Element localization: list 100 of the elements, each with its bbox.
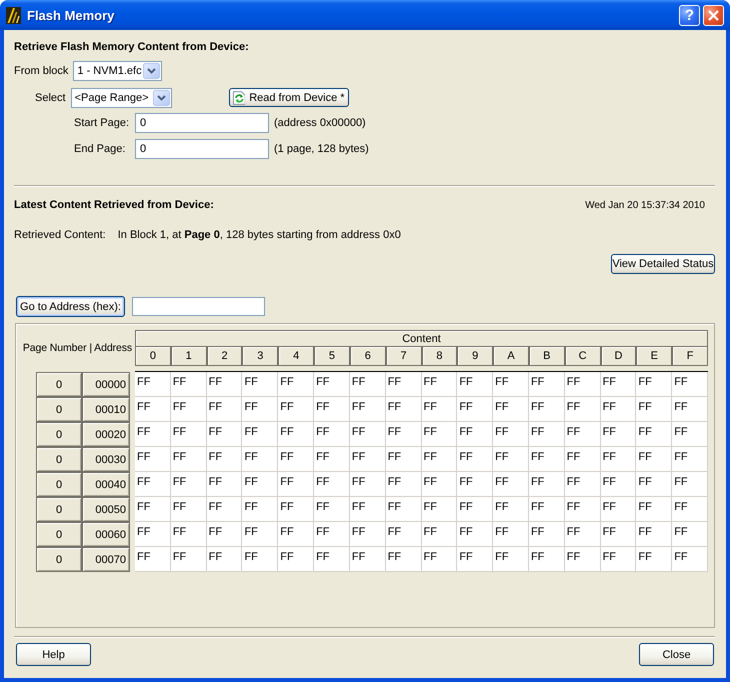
- table-cell: FF: [314, 522, 350, 547]
- column-header: 7: [386, 347, 422, 366]
- table-cell: FF: [242, 397, 278, 422]
- column-header: 9: [457, 347, 494, 366]
- table-cell: FF: [636, 522, 672, 547]
- column-header: 3: [242, 347, 278, 366]
- title-close-button[interactable]: [703, 4, 724, 26]
- page-number-header: 0: [36, 372, 82, 397]
- column-header: B: [528, 347, 565, 366]
- table-cell: FF: [422, 472, 458, 497]
- page-number-header: 0: [36, 472, 82, 497]
- read-button[interactable]: Read from Device *: [228, 88, 349, 107]
- table-cell: FF: [135, 497, 171, 522]
- table-cell: FF: [278, 547, 314, 572]
- table-cell: FF: [636, 497, 672, 522]
- table-cell: FF: [600, 497, 636, 522]
- go-to-address-button[interactable]: Go to Address (hex):: [16, 296, 125, 317]
- window-title: Flash Memory: [27, 8, 114, 22]
- address-field[interactable]: [132, 297, 265, 316]
- table-cell: FF: [564, 447, 601, 472]
- table-cell: FF: [278, 497, 314, 522]
- table-cell: FF: [242, 372, 278, 397]
- field-label: End Page:: [74, 143, 126, 155]
- table-cell: FF: [386, 547, 422, 572]
- table-cell: FF: [386, 372, 422, 397]
- table-cell: FF: [528, 472, 565, 497]
- table-cell: FF: [386, 422, 422, 447]
- table-cell: FF: [422, 422, 458, 447]
- block-dropdown[interactable]: 1 - NVM1.efc: [73, 61, 162, 81]
- table-cell: FF: [493, 497, 529, 522]
- page-number-header: 0: [36, 447, 82, 472]
- table-cell: FF: [422, 547, 458, 572]
- table-cell: FF: [170, 497, 207, 522]
- column-header: D: [600, 347, 636, 366]
- field-note: (address 0x00000): [274, 117, 366, 129]
- column-header: C: [564, 347, 601, 366]
- table-cell: FF: [528, 522, 565, 547]
- table-cell: FF: [672, 447, 708, 472]
- input-field[interactable]: 0: [135, 139, 269, 159]
- table-cell: FF: [564, 547, 601, 572]
- table-cell: FF: [170, 397, 207, 422]
- table-cell: FF: [170, 472, 207, 497]
- column-header: 5: [314, 347, 350, 366]
- table-cell: FF: [422, 447, 458, 472]
- field-label: Select: [35, 92, 66, 104]
- table-cell: FF: [314, 497, 350, 522]
- page-number-header: 0: [36, 497, 82, 522]
- table-cell: FF: [242, 422, 278, 447]
- info-label: Retrieved Content:: [14, 229, 106, 241]
- table-cell: FF: [206, 497, 242, 522]
- table-cell: FF: [135, 547, 171, 572]
- table-cell: FF: [350, 497, 386, 522]
- table-cell: FF: [457, 397, 494, 422]
- table-cell: FF: [386, 472, 422, 497]
- field-label: From block: [14, 65, 68, 77]
- table-cell: FF: [564, 522, 601, 547]
- table-cell: FF: [206, 472, 242, 497]
- table-cell: FF: [242, 447, 278, 472]
- table-cell: FF: [350, 472, 386, 497]
- table-cell: FF: [636, 372, 672, 397]
- table-cell: FF: [278, 472, 314, 497]
- column-header: 6: [350, 347, 386, 366]
- close-button[interactable]: Close: [639, 643, 714, 666]
- table-cell: FF: [528, 497, 565, 522]
- table-cell: FF: [170, 522, 207, 547]
- group-header: Content: [135, 330, 708, 347]
- address-header: 00010: [82, 397, 130, 422]
- table-cell: FF: [493, 372, 529, 397]
- table-cell: FF: [636, 472, 672, 497]
- help-button[interactable]: Help: [16, 643, 91, 666]
- table-cell: FF: [386, 497, 422, 522]
- table-cell: FF: [672, 422, 708, 447]
- table-cell: FF: [564, 397, 601, 422]
- table-cell: FF: [564, 372, 601, 397]
- table-cell: FF: [600, 547, 636, 572]
- table-cell: FF: [636, 422, 672, 447]
- timestamp: Wed Jan 20 15:37:34 2010: [585, 200, 705, 210]
- table-cell: FF: [278, 372, 314, 397]
- table-cell: FF: [206, 422, 242, 447]
- table-cell: FF: [528, 397, 565, 422]
- table-cell: FF: [242, 472, 278, 497]
- table-cell: FF: [242, 497, 278, 522]
- table-cell: FF: [564, 497, 601, 522]
- table-cell: FF: [422, 372, 458, 397]
- page-number-header: 0: [36, 547, 82, 572]
- table-cell: FF: [600, 372, 636, 397]
- select-dropdown[interactable]: <Page Range>: [70, 88, 172, 108]
- table-cell: FF: [386, 447, 422, 472]
- table-cell: FF: [528, 422, 565, 447]
- table-cell: FF: [350, 422, 386, 447]
- column-header: F: [672, 347, 708, 366]
- table-cell: FF: [206, 372, 242, 397]
- table-cell: FF: [350, 547, 386, 572]
- table-cell: FF: [350, 372, 386, 397]
- table-cell: FF: [528, 372, 565, 397]
- input-field[interactable]: 0: [135, 113, 269, 133]
- status-button[interactable]: View Detailed Status: [611, 254, 715, 274]
- table-cell: FF: [170, 372, 207, 397]
- info-text: In Block 1, at Page 0, 128 bytes starting from address 0x0: [118, 229, 401, 241]
- column-header: E: [636, 347, 672, 366]
